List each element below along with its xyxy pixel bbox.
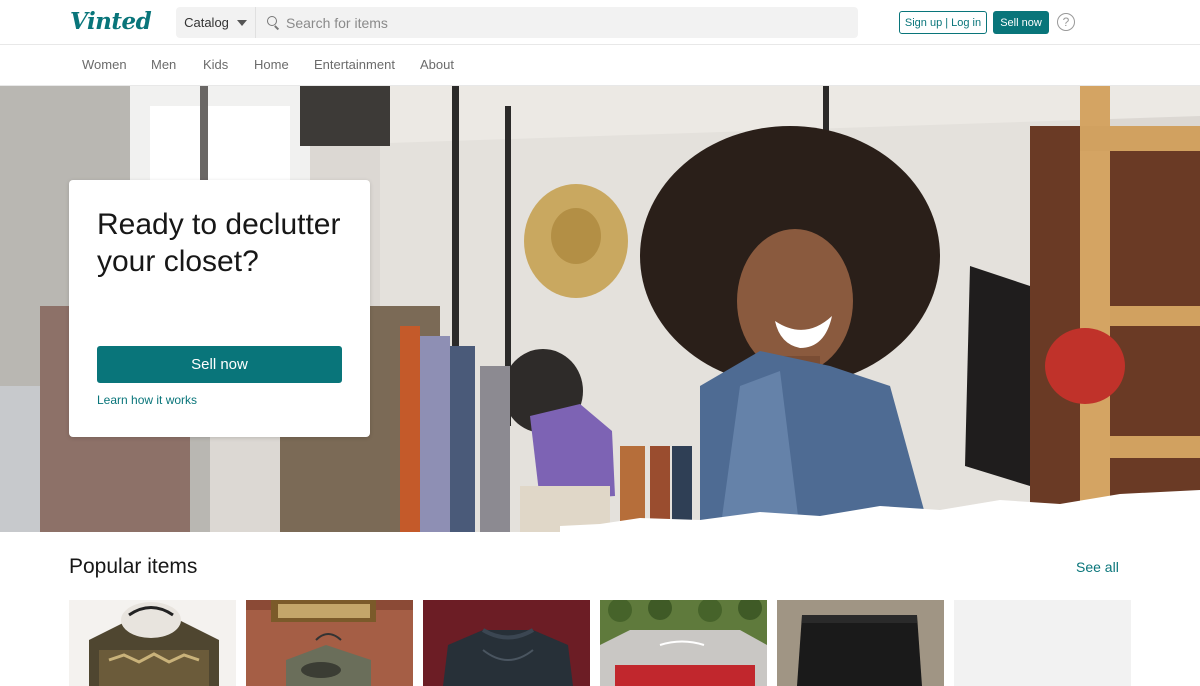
hero-card: Ready to declutter your closet? Sell now… <box>69 180 370 437</box>
learn-how-link[interactable]: Learn how it works <box>97 393 197 407</box>
list-item[interactable] <box>777 600 944 686</box>
search-input[interactable] <box>286 14 826 31</box>
vinted-logo[interactable]: Vinted <box>70 8 152 35</box>
item-photo <box>777 600 944 686</box>
catalog-label: Catalog <box>184 15 229 30</box>
list-item[interactable] <box>600 600 767 686</box>
item-photo <box>246 600 413 686</box>
nav-item-about[interactable]: About <box>420 57 454 72</box>
sell-now-hero-button[interactable]: Sell now <box>97 346 342 383</box>
item-photo-placeholder <box>954 600 1131 686</box>
nav-item-women[interactable]: Women <box>82 57 127 72</box>
chevron-down-icon <box>236 19 247 26</box>
item-photo <box>423 600 590 686</box>
item-photo <box>69 600 236 686</box>
top-header: Vinted Catalog Sign up | Log in Sell now… <box>0 0 1200 45</box>
question-circle-icon[interactable]: ? <box>1057 13 1075 31</box>
catalog-dropdown[interactable]: Catalog <box>176 7 256 38</box>
list-item[interactable] <box>954 600 1131 686</box>
list-item[interactable] <box>246 600 413 686</box>
hero-banner: Ready to declutter your closet? Sell now… <box>0 86 1200 532</box>
nav-item-kids[interactable]: Kids <box>203 57 228 72</box>
search-bar: Catalog <box>176 7 858 38</box>
item-photo <box>600 600 767 686</box>
hero-title: Ready to declutter your closet? <box>97 208 341 278</box>
category-nav: Women Men Kids Home Entertainment About <box>0 45 1200 86</box>
popular-items-title: Popular items <box>69 555 198 578</box>
nav-item-men[interactable]: Men <box>151 57 176 72</box>
search-icon <box>267 16 280 29</box>
sell-now-header-button[interactable]: Sell now <box>993 11 1049 34</box>
list-item[interactable] <box>423 600 590 686</box>
nav-item-home[interactable]: Home <box>254 57 289 72</box>
list-item[interactable] <box>69 600 236 686</box>
signup-login-button[interactable]: Sign up | Log in <box>899 11 987 34</box>
see-all-link[interactable]: See all <box>1076 559 1119 575</box>
nav-item-entertainment[interactable]: Entertainment <box>314 57 395 72</box>
